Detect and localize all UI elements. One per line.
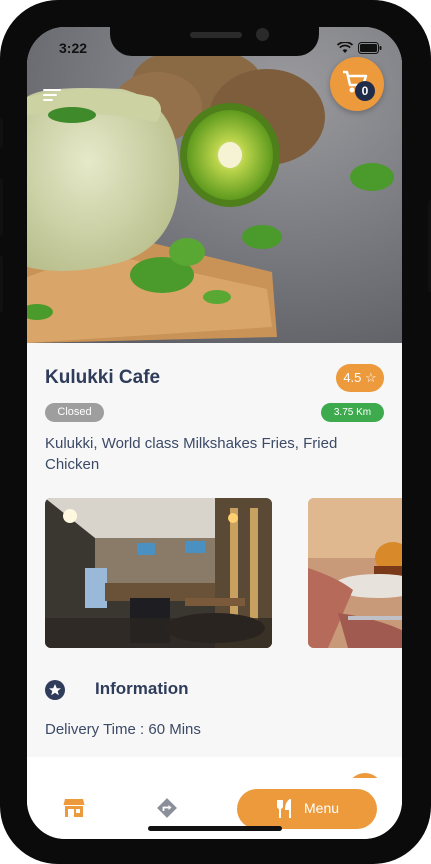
star-circle-icon bbox=[45, 680, 65, 700]
notch bbox=[110, 27, 319, 56]
status-badge: Closed bbox=[45, 403, 104, 422]
home-indicator[interactable] bbox=[148, 826, 282, 831]
front-camera bbox=[256, 28, 269, 41]
app-screen: 3:22 0 Kulukki Cafe 4.5 ☆ Closed 3.75 Km… bbox=[27, 27, 402, 839]
mute-switch bbox=[0, 118, 3, 148]
restaurant-name: Kulukki Cafe bbox=[45, 367, 161, 388]
fork-knife-icon bbox=[277, 799, 291, 818]
restaurant-description: Kulukki, World class Milkshakes Fries, F… bbox=[45, 435, 338, 473]
cart-count-badge: 0 bbox=[355, 81, 375, 101]
volume-up-button bbox=[0, 178, 3, 236]
gallery-image-interior[interactable] bbox=[45, 498, 272, 648]
status-time: 3:22 bbox=[59, 40, 88, 56]
gallery-image-food[interactable] bbox=[308, 498, 402, 648]
status-icons bbox=[337, 42, 382, 54]
distance-badge: 3.75 Km bbox=[321, 403, 384, 422]
menu-button-label: Menu bbox=[304, 800, 340, 816]
information-title: Information bbox=[95, 679, 189, 698]
menu-button[interactable]: Menu bbox=[237, 789, 377, 829]
information-header: Information bbox=[45, 677, 345, 701]
phone-frame: 3:22 0 Kulukki Cafe 4.5 ☆ Closed 3.75 Km… bbox=[0, 0, 431, 864]
nav-store-button[interactable] bbox=[63, 798, 85, 823]
volume-down-button bbox=[0, 255, 3, 313]
speaker bbox=[190, 32, 242, 38]
store-icon bbox=[63, 799, 85, 817]
star-outline-icon: ☆ bbox=[365, 370, 377, 385]
restaurant-details: Kulukki Cafe 4.5 ☆ Closed 3.75 Km Kulukk… bbox=[27, 343, 402, 778]
nav-directions-button[interactable] bbox=[157, 798, 177, 823]
battery-icon bbox=[358, 42, 382, 54]
directions-icon bbox=[157, 798, 177, 818]
rating-badge: 4.5 ☆ bbox=[336, 364, 384, 392]
menu-hamburger-icon[interactable] bbox=[43, 89, 61, 104]
wifi-icon bbox=[337, 42, 353, 53]
delivery-time: Delivery Time : 60 Mins bbox=[45, 721, 201, 738]
rating-value: 4.5 bbox=[343, 370, 362, 385]
cafe-interior-photo bbox=[45, 498, 272, 648]
burger-photo bbox=[308, 498, 402, 648]
